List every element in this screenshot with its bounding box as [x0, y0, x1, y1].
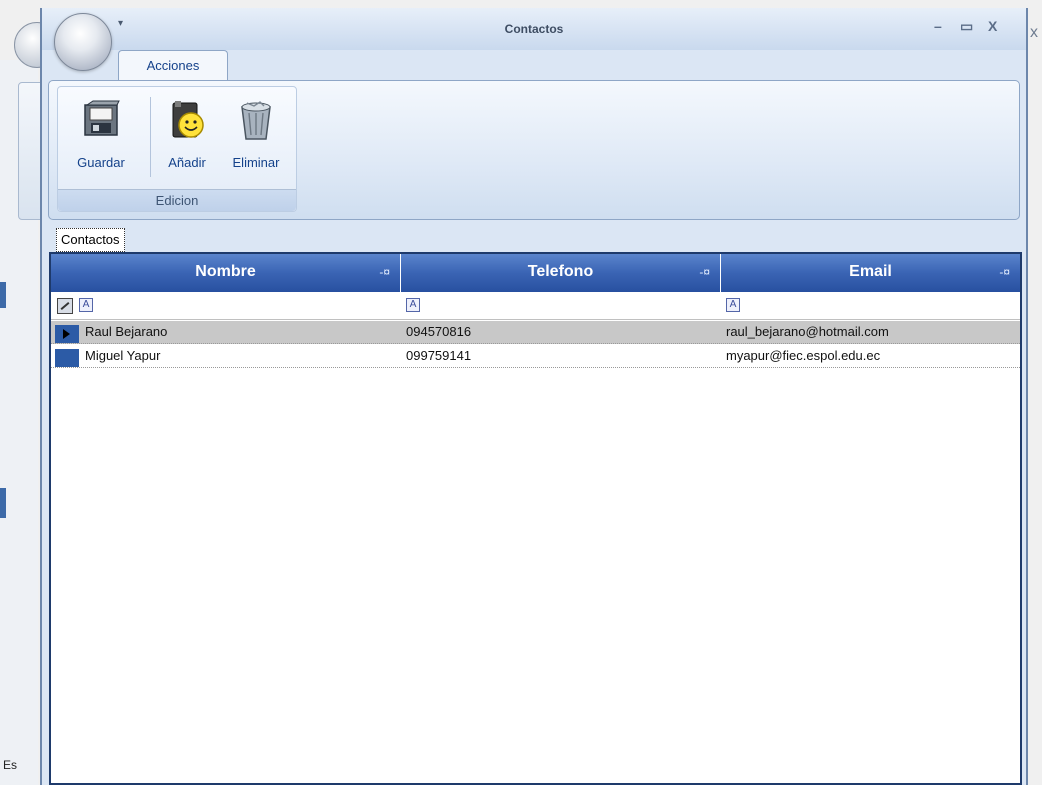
cell-nombre[interactable]: Miguel Yapur — [85, 348, 160, 363]
contacts-grid: Nombre -¤ Telefono -¤ Email -¤ A A A Rau… — [49, 252, 1022, 785]
minimize-button[interactable]: – — [934, 18, 942, 34]
delete-button[interactable]: Eliminar — [220, 95, 292, 183]
save-icon — [84, 100, 120, 136]
row-selector[interactable] — [55, 349, 79, 367]
background-marker — [0, 488, 6, 518]
tab-acciones[interactable]: Acciones — [118, 50, 228, 82]
title-bar: ▾ Contactos – ▭ X — [42, 8, 1026, 50]
table-row[interactable]: Raul Bejarano 094570816 raul_bejarano@ho… — [51, 321, 1020, 344]
contacts-window: ▾ Contactos – ▭ X Acciones Guardar Añadi… — [40, 8, 1028, 785]
filter-nombre-icon[interactable]: A — [79, 298, 93, 312]
tab-contactos[interactable]: Contactos — [56, 228, 125, 252]
ribbon-group-edicion: Guardar Añadir Eliminar Edicion — [57, 86, 297, 212]
maximize-button[interactable]: ▭ — [960, 18, 973, 35]
save-label: Guardar — [77, 155, 125, 170]
cell-telefono[interactable]: 099759141 — [406, 348, 471, 363]
group-label-edicion: Edicion — [58, 189, 296, 211]
window-title: Contactos — [504, 22, 564, 36]
save-button[interactable]: Guardar — [62, 95, 140, 183]
filter-email-icon[interactable]: A — [726, 298, 740, 312]
trash-icon — [241, 101, 271, 140]
column-header-label: Email — [849, 263, 892, 280]
close-button[interactable]: X — [988, 18, 997, 34]
ribbon-panel: Guardar Añadir Eliminar Edicion — [48, 80, 1020, 220]
ribbon-tab-row: Acciones — [42, 50, 1026, 82]
pin-icon[interactable]: -¤ — [999, 254, 1010, 290]
current-row-arrow-icon — [63, 329, 70, 339]
background-status-text: Es — [3, 758, 18, 772]
cell-nombre[interactable]: Raul Bejarano — [85, 324, 167, 339]
background-marker — [0, 282, 6, 308]
cell-email[interactable]: raul_bejarano@hotmail.com — [726, 324, 889, 339]
column-header-telefono[interactable]: Telefono -¤ — [401, 254, 721, 292]
cell-email[interactable]: myapur@fiec.espol.edu.ec — [726, 348, 880, 363]
row-selector[interactable] — [55, 325, 79, 343]
column-header-label: Telefono — [527, 263, 594, 280]
column-header-nombre[interactable]: Nombre -¤ — [51, 254, 401, 292]
column-header-email[interactable]: Email -¤ — [721, 254, 1020, 292]
cell-telefono[interactable]: 094570816 — [406, 324, 471, 339]
group-separator — [150, 97, 151, 177]
add-contact-icon — [172, 101, 204, 138]
pin-icon[interactable]: -¤ — [699, 254, 710, 290]
add-label: Añadir — [168, 155, 206, 170]
clear-filter-icon[interactable] — [57, 298, 73, 314]
filter-row: A A A — [51, 292, 1020, 320]
filter-telefono-icon[interactable]: A — [406, 298, 420, 312]
delete-label: Eliminar — [232, 155, 280, 170]
add-button[interactable]: Añadir — [154, 95, 220, 183]
column-header-label: Nombre — [195, 263, 256, 280]
grid-header: Nombre -¤ Telefono -¤ Email -¤ — [51, 254, 1020, 292]
background-close-icon[interactable]: x — [1030, 24, 1038, 42]
application-menu-button[interactable] — [54, 13, 112, 71]
table-row[interactable]: Miguel Yapur 099759141 myapur@fiec.espol… — [51, 345, 1020, 368]
pin-icon[interactable]: -¤ — [379, 254, 390, 290]
